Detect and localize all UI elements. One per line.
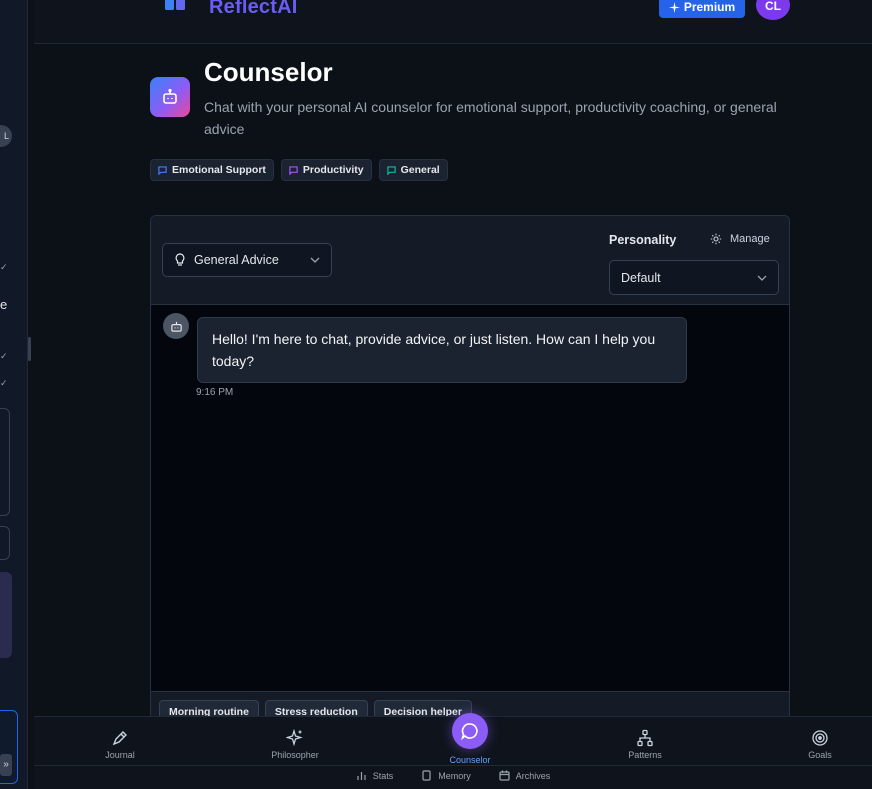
sidebar-input[interactable] (0, 526, 10, 560)
book-logo-icon (165, 0, 185, 10)
bot-icon (170, 321, 182, 332)
mode-select-value: General Advice (194, 253, 279, 267)
chip-label: Productivity (302, 164, 364, 176)
category-chips: Emotional Support Productivity General (150, 159, 448, 181)
nav-label: Patterns (628, 750, 662, 760)
sparkles-icon (286, 729, 303, 747)
top-header: ReflectAI Premium CL (34, 0, 872, 44)
target-icon (812, 730, 828, 746)
nav-label: Memory (438, 770, 471, 781)
calendar-icon (499, 770, 510, 781)
sparkles-icon (668, 1, 680, 13)
page-description: Chat with your personal AI counselor for… (204, 99, 777, 137)
left-sidebar: L ✓ e ✓ ✓ » (0, 0, 28, 789)
nav-journal[interactable]: Journal (75, 729, 165, 760)
assistant-avatar (163, 313, 189, 339)
nav-label: Philosopher (271, 750, 319, 760)
manage-button[interactable]: Manage (710, 233, 770, 245)
sidebar-panel (0, 408, 10, 516)
premium-label: Premium (683, 0, 736, 14)
chevron-down-icon (310, 257, 320, 263)
nav-patterns[interactable]: Patterns (600, 729, 690, 760)
bot-icon (163, 88, 177, 104)
chevron-icon: ✓ (0, 262, 8, 272)
nav-label: Counselor (449, 755, 491, 765)
mode-select[interactable]: General Advice (162, 243, 332, 277)
message-timestamp: 9:16 PM (196, 387, 234, 398)
chip-general[interactable]: General (378, 159, 448, 181)
chip-emotional-support[interactable]: Emotional Support (150, 159, 274, 181)
nav-label: Goals (808, 750, 832, 760)
chat-bubble-icon (461, 723, 478, 741)
chip-productivity[interactable]: Productivity (280, 159, 372, 181)
nav-archives[interactable]: Archives (499, 770, 551, 781)
divider (34, 765, 872, 766)
chevron-icon: ✓ (0, 378, 8, 388)
nav-label: Journal (105, 750, 135, 760)
nav-philosopher[interactable]: Philosopher (250, 729, 340, 760)
sidebar-avatar[interactable]: L (0, 125, 12, 147)
sidebar-text-fragment: e (0, 297, 8, 312)
sidebar-collapse-button[interactable]: » (0, 754, 12, 776)
pen-icon (112, 731, 127, 746)
nav-goals[interactable]: Goals (775, 729, 865, 760)
sidebar-promo-card[interactable] (0, 572, 12, 658)
book-icon (422, 770, 431, 781)
nav-memory[interactable]: Memory (421, 770, 471, 781)
chat-card: General Advice Personality Manage Defaul… (150, 215, 790, 735)
assistant-message: Hello! I'm here to chat, provide advice,… (197, 317, 687, 383)
counselor-badge (150, 77, 190, 117)
nav-label: Stats (372, 770, 394, 781)
personality-select-value: Default (621, 270, 661, 285)
page-title: Counselor (204, 57, 333, 87)
nav-stats[interactable]: Stats (356, 770, 394, 781)
chevron-down-icon (757, 275, 767, 281)
personality-label: Personality (609, 233, 677, 247)
chip-label: General (400, 164, 440, 176)
personality-select[interactable]: Default (609, 260, 779, 295)
message-square-icon (289, 165, 298, 175)
bottom-nav: Journal Philosopher Counselor Patterns G… (34, 713, 872, 789)
chat-toolbar: General Advice Personality Manage Defaul… (151, 216, 789, 305)
message-square-icon (386, 165, 396, 175)
resize-handle[interactable] (28, 337, 31, 361)
network-icon (637, 729, 653, 747)
manage-label: Manage (730, 233, 770, 245)
nav-label: Archives (515, 770, 551, 781)
message-square-icon (158, 165, 167, 175)
lightbulb-icon (175, 253, 185, 266)
brand-name[interactable]: ReflectAI (209, 0, 298, 19)
secondary-nav: Stats Memory Archives (34, 770, 872, 781)
bar-chart-icon (357, 772, 366, 780)
gear-icon (710, 233, 722, 245)
nav-counselor[interactable]: Counselor (425, 755, 515, 765)
chip-label: Emotional Support (172, 164, 266, 176)
user-avatar[interactable]: CL (756, 0, 790, 20)
chevron-icon: ✓ (0, 351, 8, 361)
nav-counselor-active-indicator[interactable] (452, 713, 488, 749)
premium-button[interactable]: Premium (659, 0, 745, 18)
